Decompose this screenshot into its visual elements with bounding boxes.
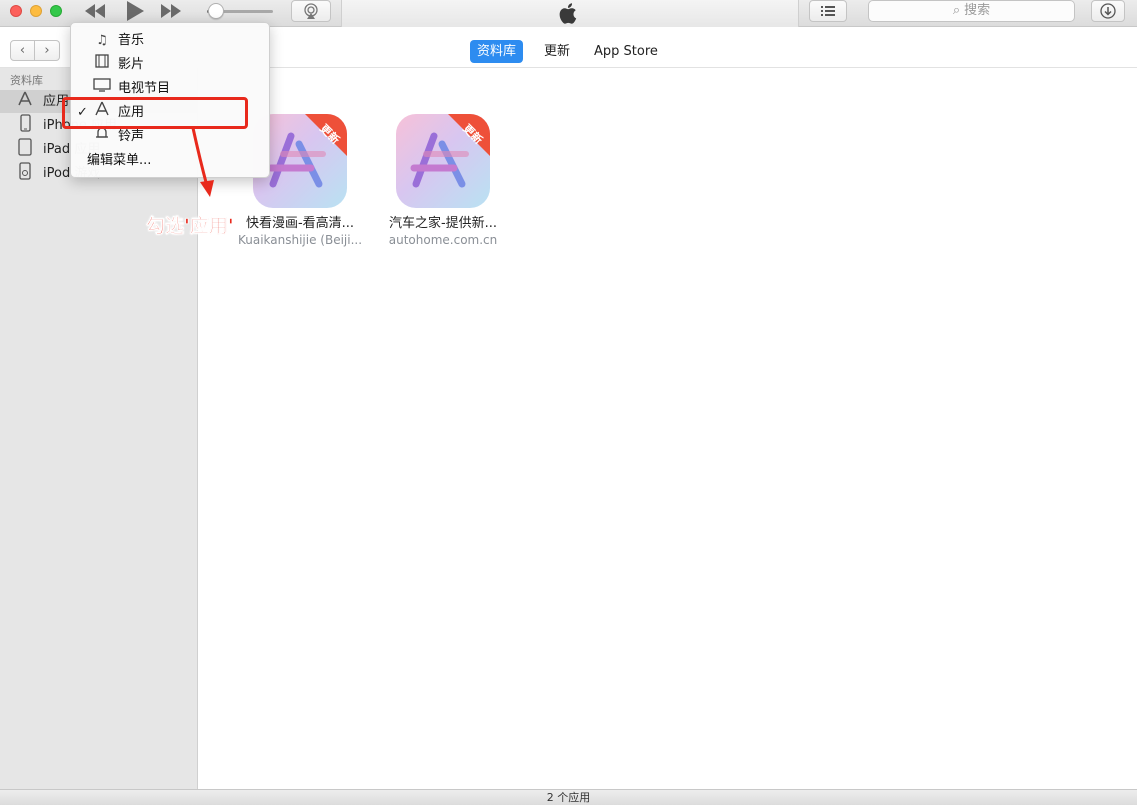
annotation-arrow	[191, 127, 214, 197]
annotation-label: 勾选'应用'	[146, 215, 234, 238]
